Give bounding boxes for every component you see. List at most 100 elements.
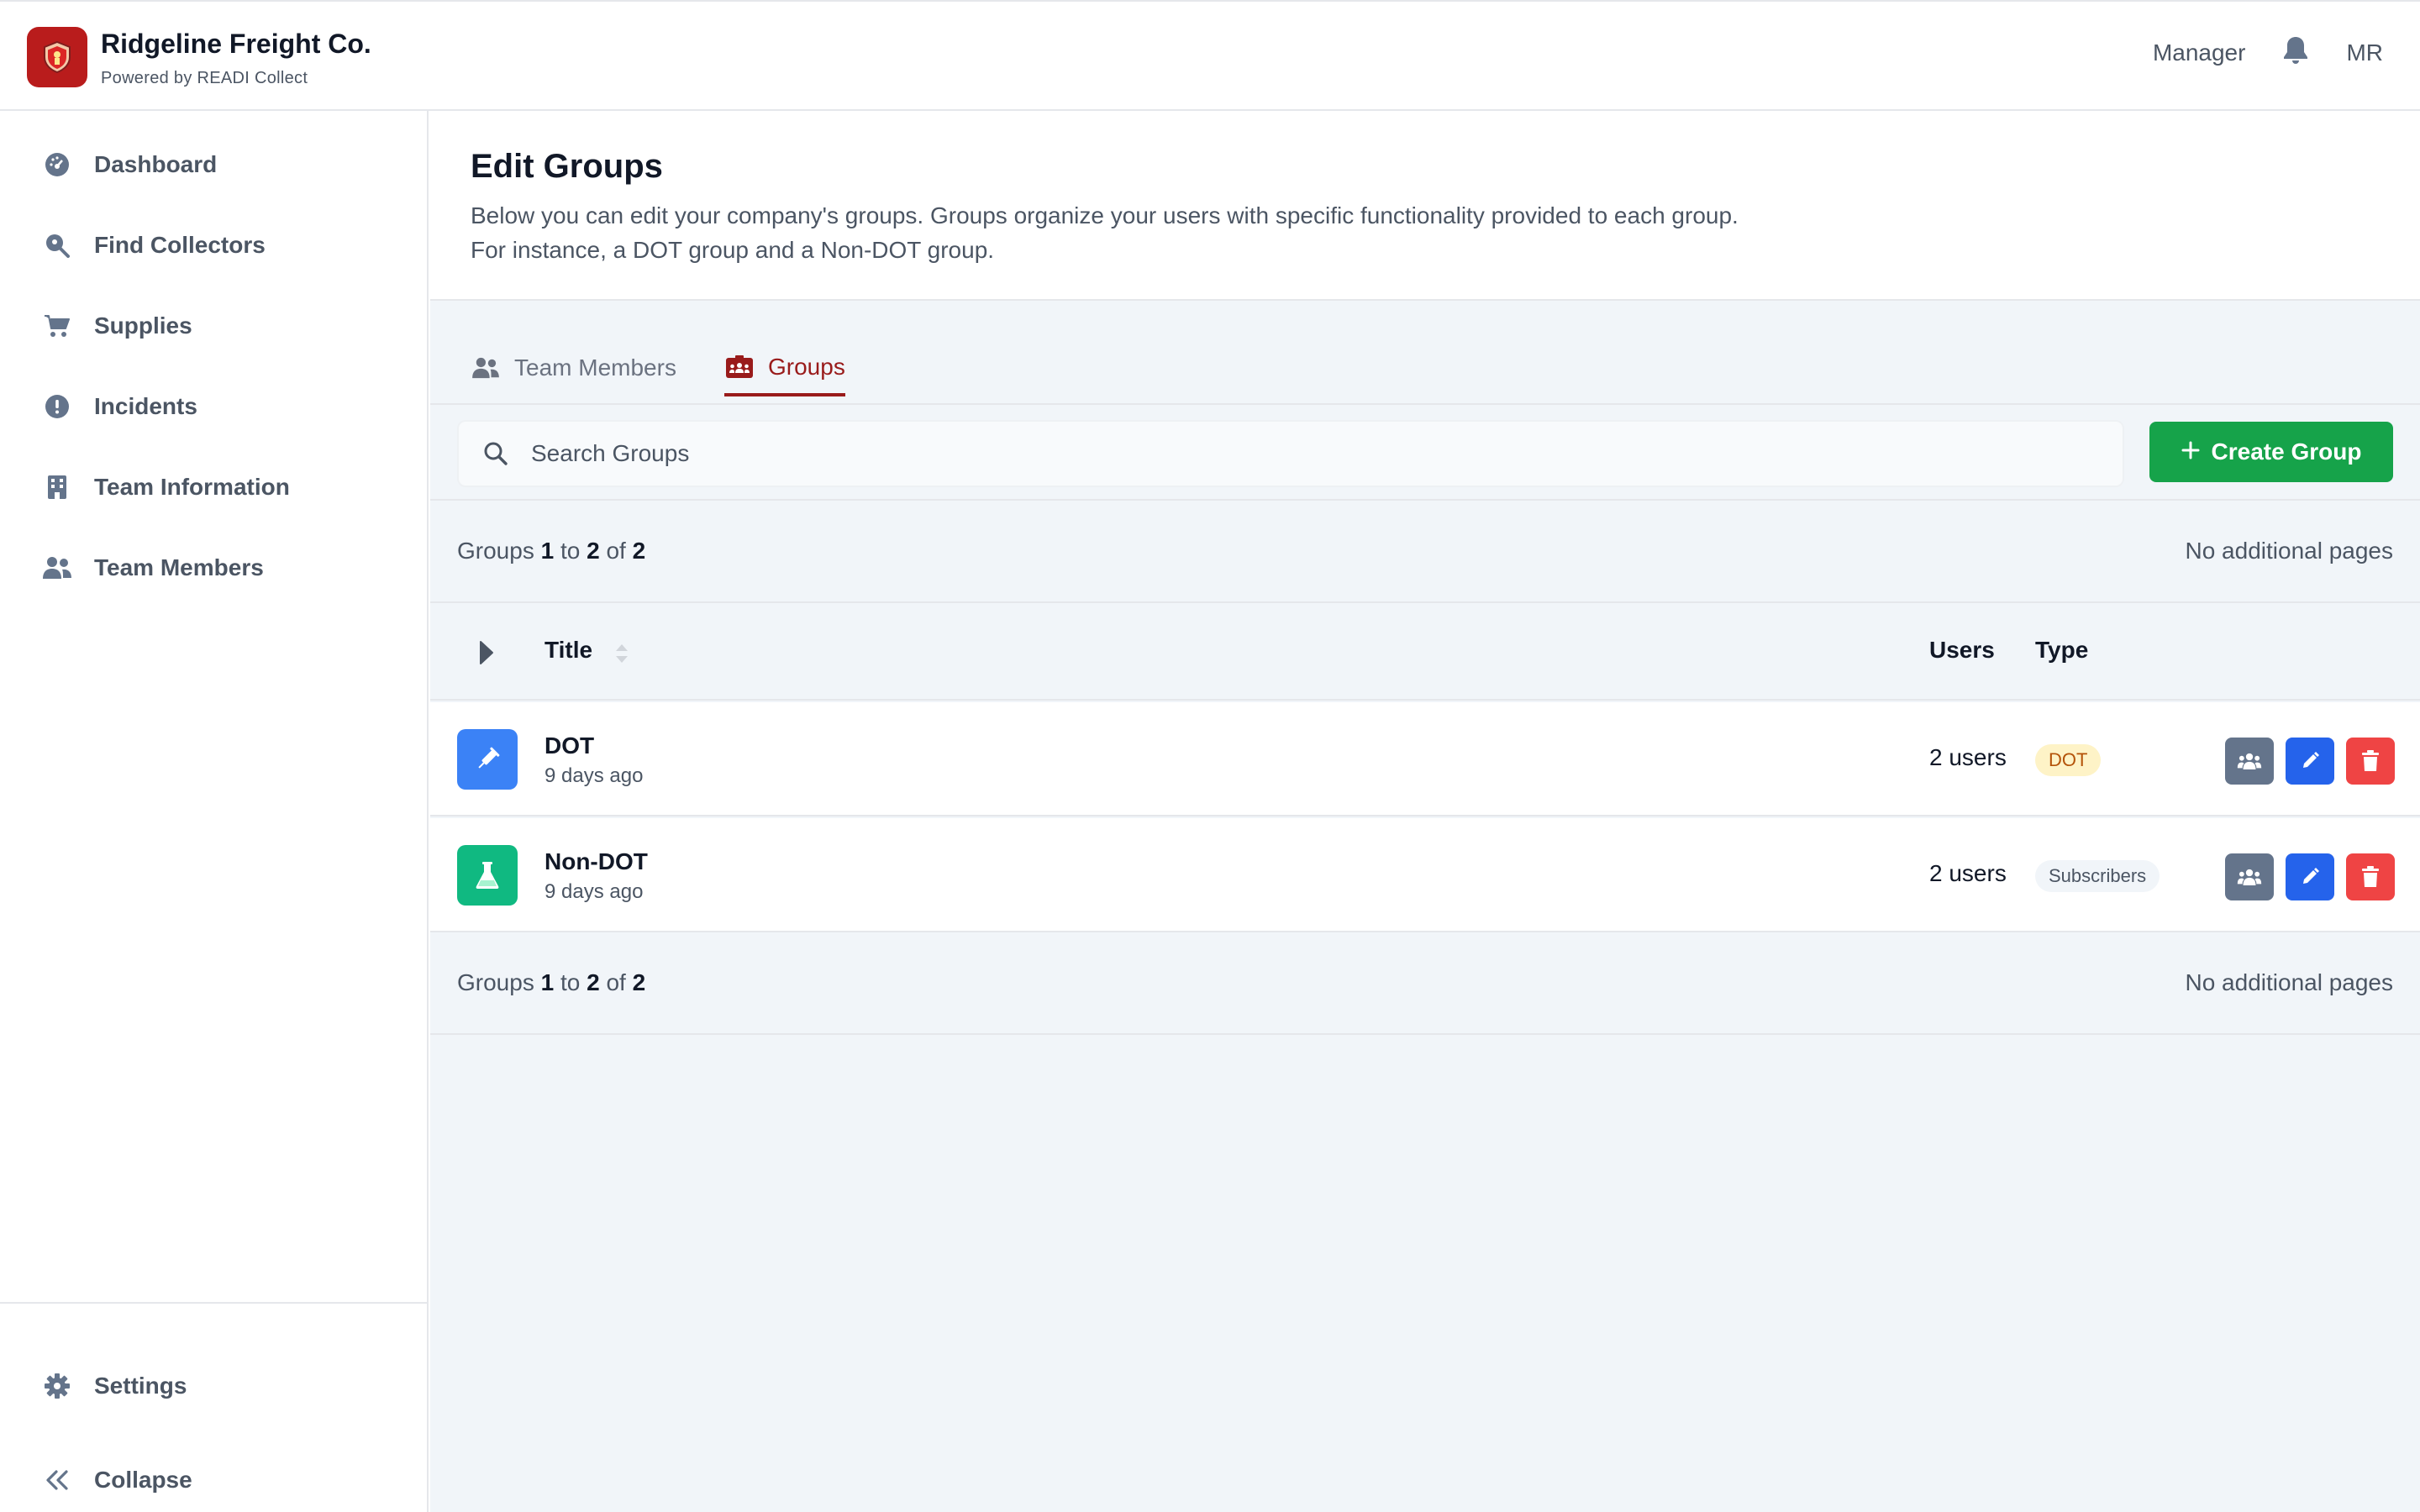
group-title: DOT [544, 732, 595, 759]
table-row[interactable]: Non-DOT 9 days ago 2 users Subscribers [430, 818, 2420, 932]
sidebar: Dashboard Find Collectors Supplies Incid… [0, 111, 429, 1512]
sidebar-item-find-collectors[interactable]: Find Collectors [40, 220, 266, 270]
sidebar-item-settings[interactable]: Settings [40, 1361, 187, 1411]
sidebar-item-label: Team Information [94, 474, 290, 500]
powered-by-text: Powered by READI Collect [101, 69, 308, 87]
sidebar-item-team-members[interactable]: Team Members [40, 543, 264, 593]
company-logo[interactable] [27, 27, 87, 87]
cart-icon [40, 309, 74, 343]
role-label[interactable]: Manager [2153, 39, 2246, 66]
users-icon [40, 551, 74, 585]
expand-all-icon[interactable] [479, 640, 494, 669]
group-created-time: 9 days ago [544, 880, 644, 903]
pagination-to: to [560, 969, 581, 995]
pagination-end: 2 [587, 538, 600, 564]
pagination-to: to [560, 538, 581, 564]
pagination-end: 2 [587, 969, 600, 995]
search-location-icon [40, 228, 74, 262]
pagination-total: 2 [632, 969, 646, 995]
table-row[interactable]: DOT 9 days ago 2 users DOT [430, 702, 2420, 816]
user-avatar[interactable]: MR [2346, 39, 2383, 66]
company-name: Ridgeline Freight Co. [101, 29, 371, 59]
sidebar-item-incidents[interactable]: Incidents [40, 381, 197, 432]
collapse-sidebar-button[interactable]: Collapse [40, 1455, 192, 1505]
users-icon [2237, 869, 2262, 885]
pagination-start: 1 [540, 538, 555, 564]
sidebar-item-label: Team Members [94, 554, 264, 580]
group-user-count: 2 users [1929, 744, 2007, 770]
sidebar-item-team-information[interactable]: Team Information [40, 462, 290, 512]
flask-icon [457, 845, 518, 906]
tab-team-members[interactable]: Team Members [471, 344, 676, 391]
pencil-icon [2303, 752, 2319, 768]
shield-logo-icon [44, 40, 71, 74]
tab-label: Groups [768, 354, 845, 380]
delete-group-button[interactable] [2346, 738, 2395, 785]
create-group-label: Create Group [2211, 438, 2362, 465]
sidebar-item-supplies[interactable]: Supplies [40, 301, 192, 351]
group-created-time: 9 days ago [544, 764, 644, 787]
page-description: Below you can edit your company's groups… [471, 202, 1739, 263]
sidebar-item-label: Dashboard [94, 151, 218, 177]
type-badge: Subscribers [2035, 860, 2160, 892]
tab-bar: Team Members Groups [430, 302, 2420, 405]
page-title: Edit Groups [471, 148, 663, 185]
sort-icon[interactable] [614, 642, 629, 669]
sidebar-item-label: Incidents [94, 393, 197, 419]
sidebar-item-label: Collapse [94, 1467, 192, 1493]
trash-icon [2362, 866, 2379, 887]
building-icon [40, 470, 74, 504]
header-right: Manager MR [2153, 35, 2383, 70]
search-icon [479, 437, 513, 470]
users-icon [2237, 753, 2262, 769]
table-header: Title Users Type [430, 603, 2420, 701]
pagination-of: of [606, 538, 626, 564]
delete-group-button[interactable] [2346, 853, 2395, 900]
pagination-total: 2 [632, 538, 646, 564]
manage-members-button[interactable] [2225, 738, 2274, 785]
trash-icon [2362, 750, 2379, 771]
pagination-of: of [606, 969, 626, 995]
pagination-prefix: Groups [457, 538, 534, 564]
manage-members-button[interactable] [2225, 853, 2274, 900]
top-header: Ridgeline Freight Co. Powered by READI C… [0, 0, 2420, 111]
group-card-icon [724, 352, 755, 382]
column-title[interactable]: Title [544, 637, 592, 664]
sidebar-item-label: Supplies [94, 312, 192, 339]
pencil-icon [2303, 868, 2319, 884]
group-title: Non-DOT [544, 848, 648, 874]
group-user-count: 2 users [1929, 860, 2007, 886]
sidebar-item-label: Settings [94, 1373, 187, 1399]
pagination-bottom: Groups 1 to 2 of 2 No additional pages [430, 934, 2420, 1035]
edit-group-button[interactable] [2286, 853, 2334, 900]
gear-icon [40, 1369, 74, 1403]
page-header: Edit Groups Below you can edit your comp… [430, 111, 2420, 301]
search-box[interactable] [457, 420, 2124, 487]
plus-icon [2181, 438, 2200, 465]
double-chevron-left-icon [40, 1463, 74, 1497]
bell-icon[interactable] [2282, 35, 2309, 70]
sidebar-item-label: Find Collectors [94, 232, 266, 258]
pagination-start: 1 [540, 969, 555, 995]
tab-groups[interactable]: Groups [724, 344, 845, 396]
groups-toolbar: Create Group [430, 407, 2420, 501]
users-icon [471, 353, 501, 383]
column-users: Users [1929, 637, 1995, 663]
main-content: Edit Groups Below you can edit your comp… [430, 111, 2420, 1512]
tab-label: Team Members [514, 354, 676, 381]
pagination-summary: Groups 1 to 2 of 2 [457, 538, 645, 564]
pagination-top: Groups 1 to 2 of 2 No additional pages [430, 502, 2420, 603]
column-type: Type [2035, 637, 2089, 663]
pagination-prefix: Groups [457, 969, 534, 995]
pagination-summary: Groups 1 to 2 of 2 [457, 969, 645, 996]
type-badge: DOT [2035, 744, 2102, 776]
edit-group-button[interactable] [2286, 738, 2334, 785]
dashboard-icon [40, 148, 74, 181]
sidebar-item-dashboard[interactable]: Dashboard [40, 139, 217, 190]
alert-circle-icon [40, 390, 74, 423]
syringe-icon [457, 729, 518, 790]
sidebar-divider [0, 1302, 429, 1304]
create-group-button[interactable]: Create Group [2149, 422, 2393, 482]
search-input[interactable] [531, 440, 2044, 467]
pagination-note: No additional pages [2185, 538, 2393, 564]
